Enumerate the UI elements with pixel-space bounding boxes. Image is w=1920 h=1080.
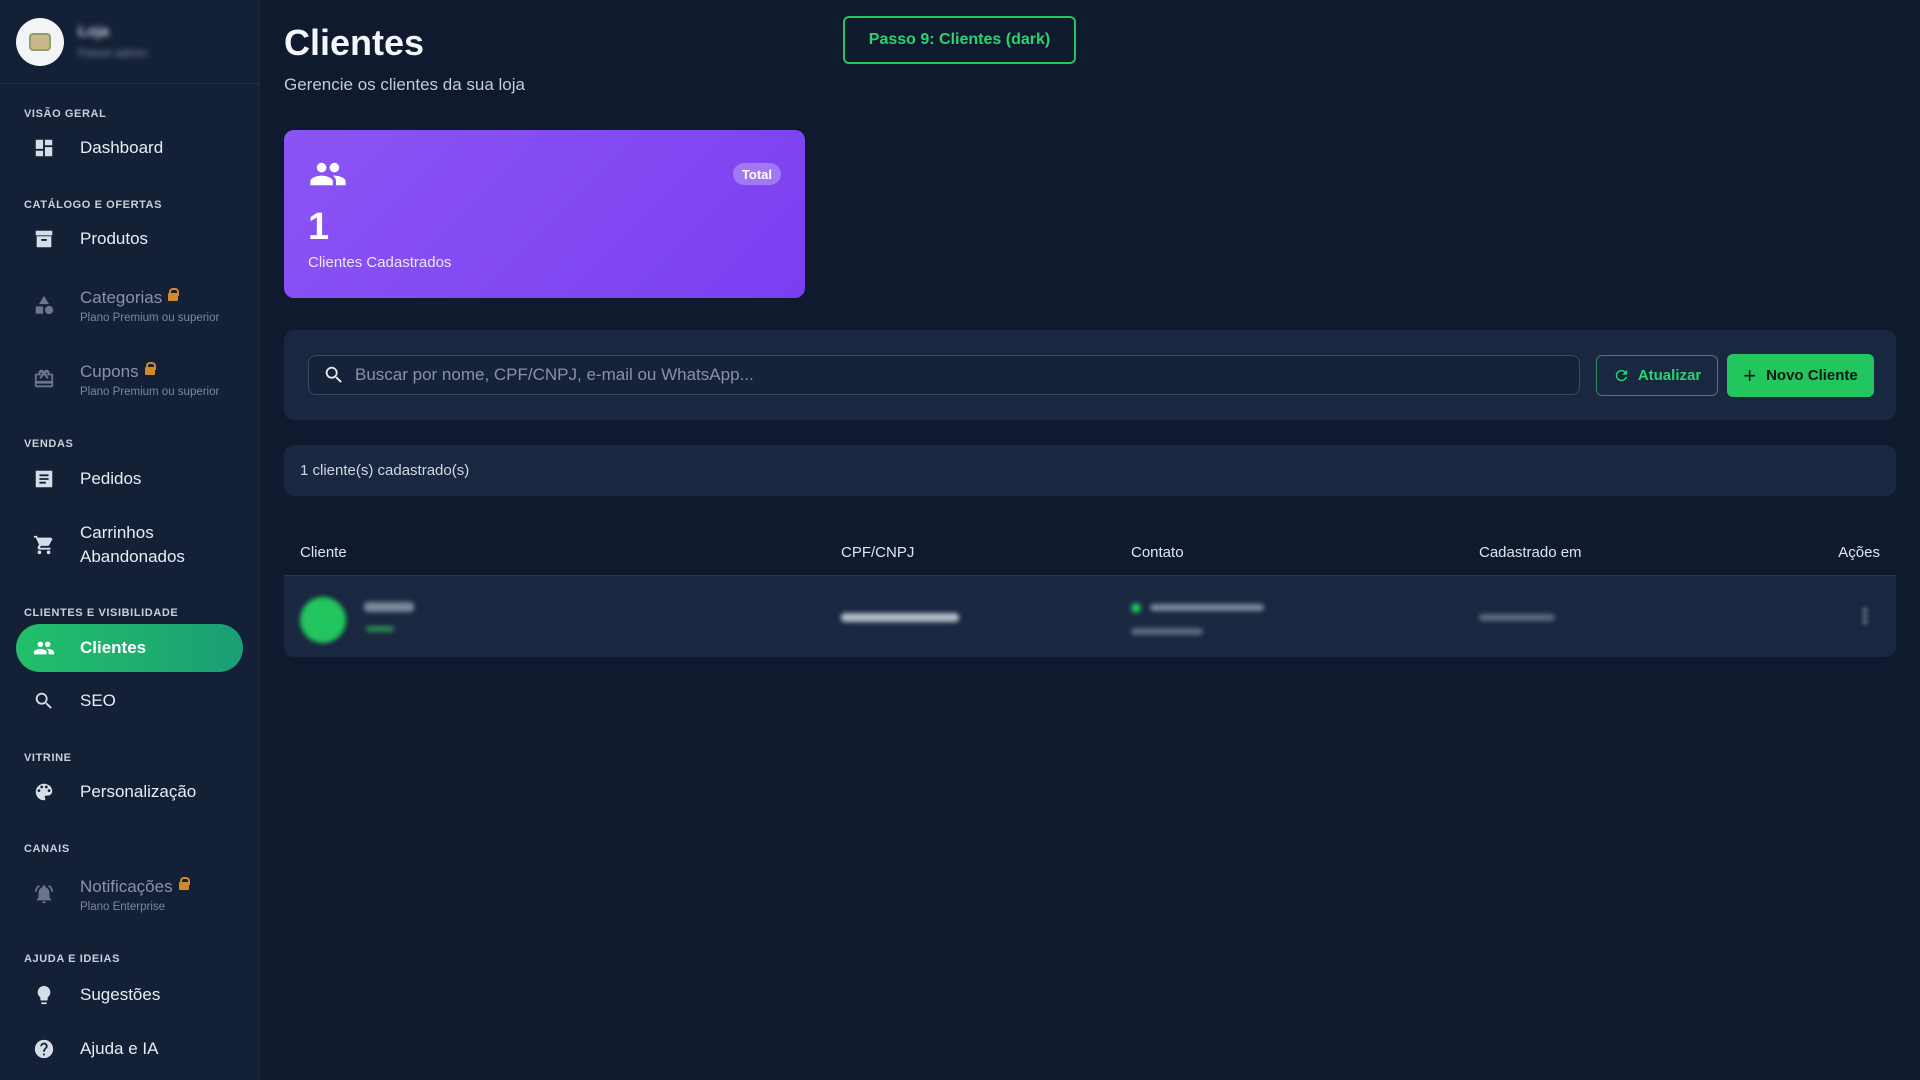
sidebar-item-produtos[interactable]: Produtos: [16, 222, 243, 256]
lightbulb-icon: [32, 983, 56, 1007]
column-header-cpf[interactable]: CPF/CNPJ: [841, 528, 914, 576]
client-avatar: [300, 597, 346, 643]
sidebar-item-sugestoes[interactable]: Sugestões: [16, 978, 243, 1012]
palette-icon: [32, 780, 56, 804]
cupons-label: Cupons: [80, 362, 139, 381]
sidebar-item-categorias[interactable]: Categorias Plano Premium ou superior: [16, 283, 243, 327]
plan-requirement: Plano Premium ou superior: [80, 386, 220, 398]
whatsapp-icon: [1131, 603, 1141, 613]
refresh-icon: [1615, 369, 1627, 382]
sidebar-item-cupons[interactable]: Cupons Plano Premium ou superior: [16, 357, 243, 401]
sidebar-item-label: Categorias: [80, 286, 219, 310]
notificacoes-label: Notificações: [80, 877, 173, 896]
more-actions-icon[interactable]: [1862, 606, 1868, 626]
sidebar-item-pedidos[interactable]: Pedidos: [16, 462, 243, 496]
section-canais: CANAIS: [24, 843, 70, 855]
sidebar: Loja Painel admin VISÃO GERAL Dashboard …: [0, 0, 260, 1080]
sidebar-item-label: Carrinhos: [80, 523, 154, 542]
search-icon: [32, 689, 56, 713]
lock-icon: [168, 288, 180, 303]
sidebar-item-label: Dashboard: [80, 138, 164, 157]
sidebar-item-personalizacao[interactable]: Personalização: [16, 775, 243, 809]
total-clients-value: 1: [308, 206, 330, 248]
section-catalogo: CATÁLOGO E OFERTAS: [24, 199, 163, 211]
sidebar-item-label: Ajuda e IA: [80, 1039, 159, 1058]
sidebar-item-label: SEO: [80, 691, 116, 710]
sidebar-item-label: Produtos: [80, 229, 149, 248]
plan-requirement: Plano Premium ou superior: [80, 312, 220, 324]
sidebar-item-label: Cupons: [80, 360, 219, 384]
dashboard-icon: [32, 136, 56, 160]
sidebar-item-label: Personalização: [80, 782, 197, 801]
sidebar-item-label: Pedidos: [80, 469, 142, 488]
client-name-redacted: [364, 602, 414, 612]
cpf-redacted: [841, 613, 959, 622]
store-name: Loja: [78, 23, 109, 40]
people-icon: [308, 158, 348, 190]
section-visao-geral: VISÃO GERAL: [24, 108, 107, 120]
store-avatar[interactable]: [16, 17, 64, 66]
new-client-button[interactable]: + Novo Cliente: [1727, 354, 1874, 397]
page-title: Clientes: [284, 22, 425, 63]
store-sub: Painel admin: [78, 46, 148, 60]
sidebar-item-label: Sugestões: [80, 985, 161, 1004]
store-logo-icon: [29, 32, 51, 51]
sidebar-item-label: Clientes: [80, 638, 147, 657]
bell-icon: [32, 882, 56, 906]
column-header-acoes: Ações: [1838, 543, 1880, 561]
total-clients-card: Total 1 Clientes Cadastrados: [284, 130, 805, 298]
column-header-cadastrado[interactable]: Cadastrado em: [1479, 528, 1582, 576]
email-redacted: [1131, 628, 1203, 635]
section-clientes: CLIENTES E VISIBILIDADE: [24, 607, 179, 619]
column-header-contato[interactable]: Contato: [1131, 528, 1184, 576]
sidebar-item-seo[interactable]: SEO: [16, 684, 243, 718]
plan-requirement: Plano Enterprise: [80, 901, 166, 913]
table-row[interactable]: [284, 576, 1896, 657]
store-header: Loja Painel admin: [0, 0, 259, 84]
store-info: Loja Painel admin: [78, 23, 147, 60]
cart-icon: [32, 533, 56, 557]
receipt-icon: [32, 467, 56, 491]
client-count: 1 cliente(s) cadastrado(s): [284, 445, 1896, 496]
step-indicator-button[interactable]: Passo 9: Clientes (dark): [843, 16, 1076, 64]
column-header-cliente[interactable]: Cliente: [300, 528, 347, 576]
sidebar-item-carrinhos[interactable]: Carrinhos Abandonados: [16, 520, 243, 570]
refresh-label: Atualizar: [1637, 367, 1702, 384]
sidebar-item-dashboard[interactable]: Dashboard: [16, 131, 243, 165]
search-input[interactable]: [355, 365, 1555, 385]
total-badge: Total: [732, 163, 781, 185]
client-tag-redacted: [366, 626, 394, 632]
people-icon: [32, 636, 56, 660]
section-ajuda: AJUDA E IDEIAS: [24, 953, 121, 965]
date-redacted: [1479, 614, 1555, 621]
plus-icon: +: [1743, 362, 1757, 388]
page-subtitle: Gerencie os clientes da sua loja: [284, 75, 525, 94]
total-clients-label: Clientes Cadastrados: [308, 254, 452, 271]
section-vendas: VENDAS: [24, 438, 74, 450]
new-client-label: Novo Cliente: [1766, 367, 1858, 384]
clients-table: Cliente CPF/CNPJ Contato Cadastrado em A…: [284, 528, 1896, 657]
sidebar-item-ajuda-ia[interactable]: Ajuda e IA: [16, 1032, 243, 1066]
gift-card-icon: [32, 367, 56, 391]
sidebar-item-label: Notificações: [80, 875, 190, 899]
table-header: Cliente CPF/CNPJ Contato Cadastrado em A…: [284, 528, 1896, 576]
phone-redacted: [1150, 604, 1264, 611]
search-icon: [325, 366, 342, 383]
help-icon: [32, 1037, 56, 1061]
sidebar-item-notificacoes[interactable]: Notificações Plano Enterprise: [16, 872, 243, 916]
category-icon: [32, 293, 56, 317]
search-panel: Atualizar + Novo Cliente: [284, 330, 1896, 420]
refresh-button[interactable]: Atualizar: [1596, 355, 1718, 396]
sidebar-item-label: Abandonados: [80, 547, 185, 566]
lock-icon: [178, 877, 190, 892]
search-box[interactable]: [308, 355, 1580, 395]
lock-icon: [144, 362, 156, 377]
archive-icon: [32, 227, 56, 251]
categorias-label: Categorias: [80, 288, 163, 307]
section-vitrine: VITRINE: [24, 752, 72, 764]
sidebar-item-clientes[interactable]: Clientes: [16, 624, 243, 672]
